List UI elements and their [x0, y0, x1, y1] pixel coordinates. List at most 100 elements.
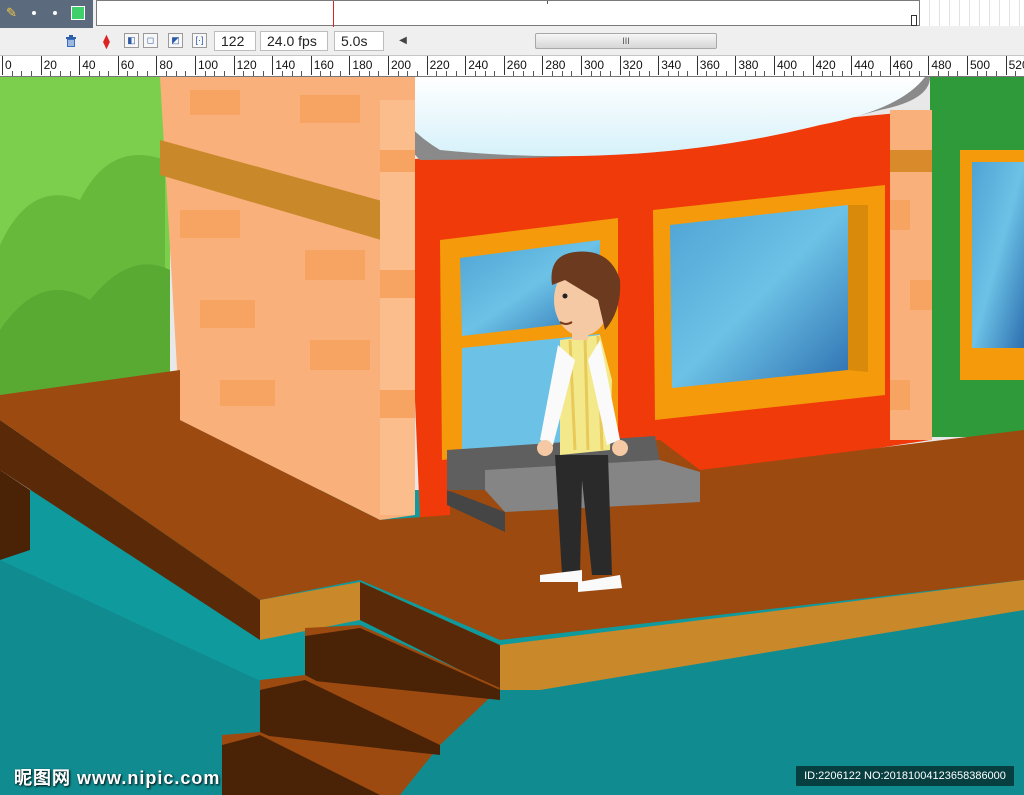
ruler-minor-tick	[339, 71, 341, 76]
ruler-major-tick	[2, 56, 3, 75]
ruler-major-tick	[79, 56, 81, 75]
ruler-label: 160	[313, 58, 334, 72]
frame-rate-field[interactable]: 24.0 fps	[260, 31, 328, 51]
ruler-label: 420	[815, 58, 836, 72]
ruler-minor-tick	[445, 71, 447, 76]
ruler-minor-tick	[378, 71, 380, 76]
ruler-minor-tick	[320, 71, 322, 76]
ruler-label: 400	[777, 58, 798, 72]
ruler-major-tick	[195, 56, 196, 75]
timeline-layer-row: ✎	[0, 0, 1024, 29]
ruler-minor-tick	[764, 71, 766, 76]
right-window-glass	[972, 162, 1024, 348]
elapsed-time-field: 5.0s	[334, 31, 384, 51]
ruler-minor-tick	[69, 71, 71, 76]
empty-frames-grid[interactable]	[920, 0, 1024, 26]
ruler-label: 240	[468, 58, 489, 72]
timeline-frames[interactable]	[96, 0, 920, 27]
ruler-minor-tick	[146, 71, 148, 76]
ruler-label: 100	[198, 58, 219, 72]
ruler-minor-tick	[677, 71, 679, 76]
ruler-minor-tick	[754, 71, 756, 76]
ruler-major-tick	[889, 56, 891, 75]
ruler-label: 0	[5, 58, 12, 72]
man-right-hand	[612, 440, 628, 456]
ruler-minor-tick	[918, 71, 920, 76]
ruler-minor-tick	[407, 71, 409, 76]
ruler-minor-tick	[947, 71, 949, 76]
ruler-minor-tick	[243, 71, 245, 76]
ruler-minor-tick	[494, 71, 496, 76]
visibility-dot-icon[interactable]	[32, 11, 36, 15]
ruler-minor-tick	[899, 71, 901, 76]
ruler-label: 380	[738, 58, 759, 72]
ruler-label: 460	[892, 58, 913, 72]
ruler-minor-tick	[783, 71, 785, 76]
ruler-minor-tick	[600, 71, 602, 76]
ruler-minor-tick	[262, 71, 264, 76]
ruler-minor-tick	[185, 71, 187, 76]
timeline-toolbar: ⧫ ◧ ◻ ◩ [·] 122 24.0 fps 5.0s ◀ III	[0, 28, 1024, 56]
ruler-label: 80	[159, 58, 173, 72]
modify-markers-icon[interactable]: [·]	[192, 33, 207, 48]
man-left-hand	[537, 440, 553, 456]
ruler-minor-tick	[860, 71, 862, 76]
ruler-label: 360	[699, 58, 720, 72]
ruler-minor-tick	[802, 71, 804, 76]
ruler-minor-tick	[552, 71, 554, 76]
edit-multiple-frames-icon[interactable]: ◩	[168, 33, 183, 48]
layer-color-icon[interactable]	[71, 6, 85, 20]
ruler-minor-tick	[561, 71, 563, 76]
ruler-major-tick	[619, 56, 621, 75]
ruler-minor-tick	[214, 71, 216, 76]
ruler-label: 440	[854, 58, 875, 72]
ruler-major-tick	[310, 56, 312, 75]
end-keyframe-icon[interactable]	[911, 15, 917, 26]
ruler-minor-tick	[50, 71, 52, 76]
scroll-left-arrow-icon[interactable]: ◀	[397, 34, 409, 48]
ruler-major-tick	[735, 56, 737, 75]
ruler-major-tick	[503, 56, 505, 75]
playhead-line[interactable]	[333, 1, 334, 27]
onion-outline-icon[interactable]: ◻	[143, 33, 158, 48]
current-frame-field[interactable]: 122	[214, 31, 256, 51]
ruler-minor-tick	[1015, 71, 1017, 76]
ruler-minor-tick	[986, 71, 988, 76]
ruler-major-tick	[774, 56, 775, 75]
timeline-scrollbar-thumb[interactable]: III	[535, 33, 717, 49]
lock-dot-icon[interactable]	[53, 11, 57, 15]
ruler-minor-tick	[223, 71, 225, 76]
ruler-major-tick	[851, 56, 853, 75]
horizontal-ruler: 0 20 40 60 80 100 120 140 160 180 200 220 240 260 280 3…	[0, 56, 1024, 77]
stage-canvas[interactable]	[0, 77, 1024, 795]
trash-icon[interactable]	[64, 34, 78, 48]
ruler-major-tick	[812, 56, 814, 75]
onion-skin-icon[interactable]: ◧	[124, 33, 139, 48]
ruler-minor-tick	[397, 71, 399, 76]
ruler-minor-tick	[455, 71, 457, 76]
ruler-minor-tick	[667, 71, 669, 76]
ruler-minor-tick	[252, 71, 254, 76]
ruler-label: 180	[352, 58, 373, 72]
ruler-label: 260	[506, 58, 527, 72]
ruler-major-tick	[542, 56, 544, 75]
ruler-label: 120	[236, 58, 257, 72]
ruler-minor-tick	[609, 71, 611, 76]
ruler-minor-tick	[629, 71, 631, 76]
ruler-label: 40	[82, 58, 96, 72]
ruler-minor-tick	[436, 71, 438, 76]
ruler-minor-tick	[291, 71, 293, 76]
ruler-minor-tick	[793, 71, 795, 76]
ruler-label: 320	[622, 58, 643, 72]
ruler-label: 480	[931, 58, 952, 72]
layer-controls[interactable]: ✎	[0, 0, 93, 28]
ruler-label: 500	[970, 58, 991, 72]
ruler-minor-tick	[330, 71, 332, 76]
ruler-major-tick	[156, 56, 158, 75]
ruler-minor-tick	[474, 71, 476, 76]
pencil-icon[interactable]: ✎	[6, 6, 18, 20]
ruler-minor-tick	[21, 71, 23, 76]
ruler-minor-tick	[687, 71, 689, 76]
center-frame-icon[interactable]: ⧫	[100, 32, 113, 50]
ruler-label: 280	[545, 58, 566, 72]
